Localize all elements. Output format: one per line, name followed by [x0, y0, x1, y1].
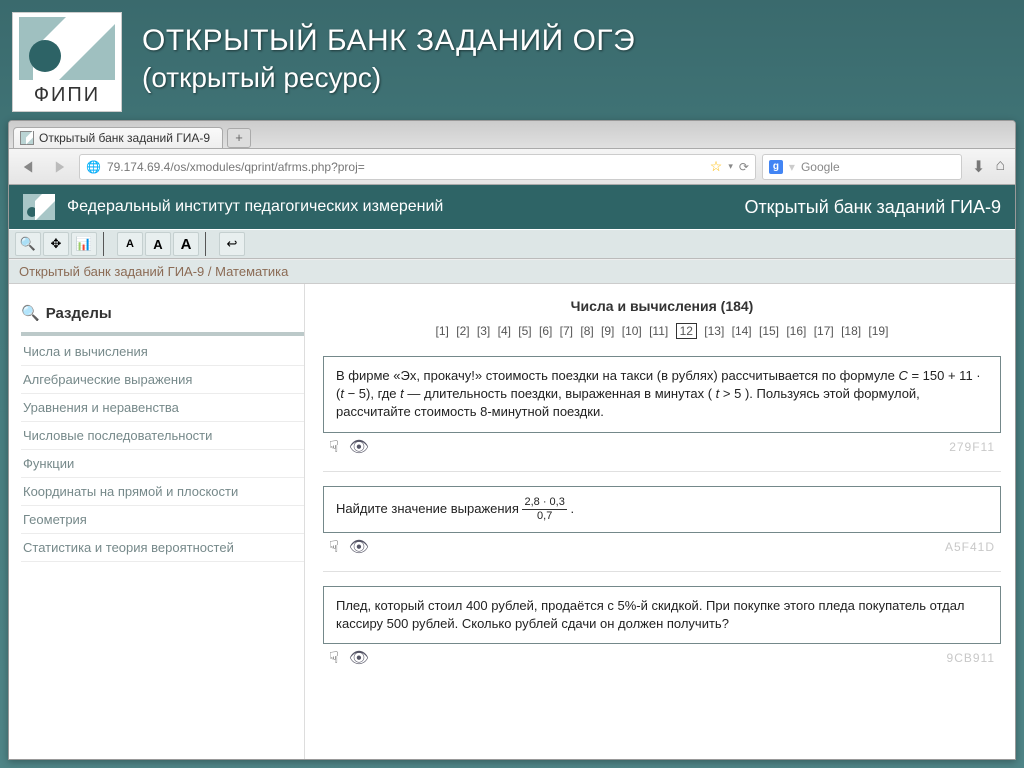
sidebar-item-5[interactable]: Координаты на прямой и плоскости	[21, 478, 304, 506]
sidebar-title: 🔍 Разделы	[21, 300, 304, 330]
page-link-14[interactable]: [14]	[732, 324, 752, 338]
app-toolbar: 🔍 ✥ 📊 A A A ↩	[9, 229, 1015, 259]
tool-font-a3-icon[interactable]: A	[173, 232, 199, 256]
task-id: 279F11	[949, 440, 995, 454]
favicon-icon	[20, 131, 34, 145]
bookmark-icon[interactable]: ☆	[710, 158, 723, 175]
fipi-logo: ФИПИ	[12, 12, 122, 112]
tool-font-a1-icon[interactable]: A	[117, 232, 143, 256]
fipi-caption: ФИПИ	[34, 84, 100, 107]
search-bar[interactable]: g ▾ Google	[762, 154, 962, 180]
google-icon: g	[769, 160, 783, 174]
page-link-2[interactable]: [2]	[456, 324, 469, 338]
url-bar[interactable]: 🌐 79.174.69.4/os/xmodules/qprint/afrms.p…	[79, 154, 756, 180]
sidebar-item-7[interactable]: Статистика и теория вероятностей	[21, 534, 304, 562]
task-id: 9CB911	[947, 651, 995, 665]
forward-button[interactable]	[47, 154, 73, 180]
sidebar: 🔍 Разделы Числа и вычисленияАлгебраическ…	[9, 284, 305, 759]
tool-stats-icon[interactable]: 📊	[71, 232, 97, 256]
back-button[interactable]	[15, 154, 41, 180]
tool-cursor-icon[interactable]: ✥	[43, 232, 69, 256]
eye-icon[interactable]: 👁	[349, 537, 369, 557]
nav-toolbar: 🌐 79.174.69.4/os/xmodules/qprint/afrms.p…	[9, 149, 1015, 185]
tab-strip: Открытый банк заданий ГИА-9 +	[9, 121, 1015, 149]
eye-icon[interactable]: 👁	[349, 437, 369, 457]
task-id: A5F41D	[945, 540, 995, 554]
download-icon[interactable]: ⬇	[972, 157, 985, 177]
page-link-1[interactable]: [1]	[436, 324, 449, 338]
task-box-1: Найдите значение выражения 2,8 · 0,30,7 …	[323, 486, 1001, 533]
url-text: 79.174.69.4/os/xmodules/qprint/afrms.php…	[107, 160, 365, 174]
page-link-3[interactable]: [3]	[477, 324, 490, 338]
site-logo-icon	[23, 194, 55, 220]
page-link-7[interactable]: [7]	[560, 324, 573, 338]
section-heading: Числа и вычисления (184)	[323, 298, 1001, 314]
eye-icon[interactable]: 👁	[349, 648, 369, 668]
page-link-17[interactable]: [17]	[814, 324, 834, 338]
page-link-16[interactable]: [16]	[786, 324, 806, 338]
page-link-9[interactable]: [9]	[601, 324, 614, 338]
browser-tab[interactable]: Открытый банк заданий ГИА-9	[13, 127, 223, 148]
search-placeholder: Google	[801, 160, 840, 174]
page-link-15[interactable]: [15]	[759, 324, 779, 338]
tool-font-a2-icon[interactable]: A	[145, 232, 171, 256]
sidebar-item-6[interactable]: Геометрия	[21, 506, 304, 534]
sidebar-item-3[interactable]: Числовые последовательности	[21, 422, 304, 450]
sidebar-item-2[interactable]: Уравнения и неравенства	[21, 394, 304, 422]
page-link-11[interactable]: [11]	[649, 324, 668, 338]
page-link-8[interactable]: [8]	[580, 324, 593, 338]
page-link-13[interactable]: [13]	[704, 324, 724, 338]
select-icon[interactable]: ☟	[329, 648, 339, 668]
task-box-0: В фирме «Эх, прокачу!» стоимость поездки…	[323, 356, 1001, 433]
page-link-4[interactable]: [4]	[498, 324, 511, 338]
site-header: Федеральный институт педагогических изме…	[9, 185, 1015, 229]
globe-icon: 🌐	[86, 160, 101, 174]
page-title: ОТКРЫТЫЙ БАНК ЗАДАНИЙ ОГЭ	[142, 24, 635, 58]
main-content: Числа и вычисления (184) [1] [2] [3] [4]…	[305, 284, 1015, 759]
page-link-6[interactable]: [6]	[539, 324, 552, 338]
page-link-19[interactable]: [19]	[868, 324, 888, 338]
task-box-2: Плед, который стоил 400 рублей, продаётс…	[323, 586, 1001, 644]
tab-title: Открытый банк заданий ГИА-9	[39, 131, 210, 145]
tool-back-icon[interactable]: ↩	[219, 232, 245, 256]
page-link-12[interactable]: 12	[676, 323, 697, 339]
select-icon[interactable]: ☟	[329, 437, 339, 457]
page-link-10[interactable]: [10]	[622, 324, 642, 338]
sidebar-item-0[interactable]: Числа и вычисления	[21, 338, 304, 366]
search-icon: 🔍	[21, 304, 40, 322]
page-link-18[interactable]: [18]	[841, 324, 861, 338]
site-title-left: Федеральный институт педагогических изме…	[67, 198, 443, 216]
reload-icon[interactable]: ⟳	[739, 160, 749, 174]
sidebar-item-1[interactable]: Алгебраические выражения	[21, 366, 304, 394]
new-tab-button[interactable]: +	[227, 128, 251, 148]
pager: [1] [2] [3] [4] [5] [6] [7] [8] [9] [10]…	[323, 324, 1001, 338]
select-icon[interactable]: ☟	[329, 537, 339, 557]
breadcrumb: Открытый банк заданий ГИА-9 / Математика	[9, 259, 1015, 284]
home-icon[interactable]: ⌂	[995, 157, 1005, 177]
site-title-right: Открытый банк заданий ГИА-9	[744, 197, 1001, 218]
tool-search-icon[interactable]: 🔍	[15, 232, 41, 256]
browser-window: Открытый банк заданий ГИА-9 + 🌐 79.174.6…	[8, 120, 1016, 760]
sidebar-item-4[interactable]: Функции	[21, 450, 304, 478]
page-subtitle: (открытый ресурс)	[142, 62, 635, 94]
page-link-5[interactable]: [5]	[518, 324, 531, 338]
urlbar-dropdown-icon[interactable]: ▾	[728, 161, 733, 172]
